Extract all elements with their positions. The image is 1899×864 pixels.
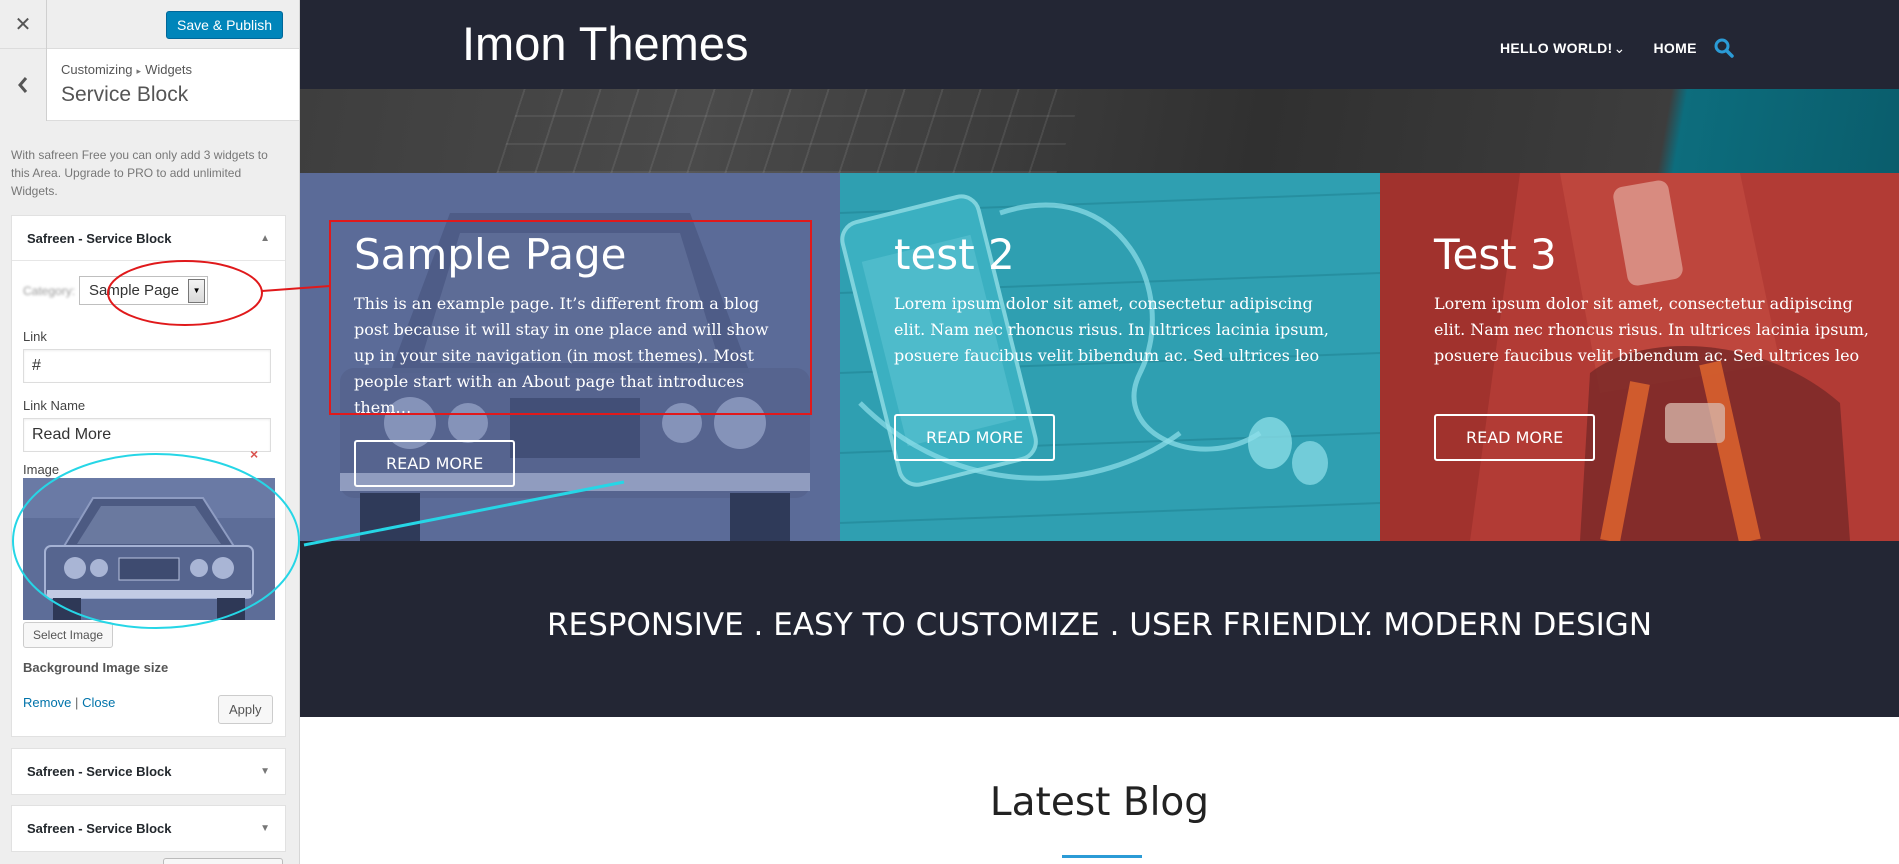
link-label: Link xyxy=(23,329,47,344)
link-name-label: Link Name xyxy=(23,398,86,413)
remove-widget-link[interactable]: Remove xyxy=(23,695,71,710)
expand-arrow-icon: ▼ xyxy=(260,823,270,834)
read-more-button[interactable]: READ MORE xyxy=(1434,414,1596,461)
breadcrumb: Customizing ▸ Widgets xyxy=(61,62,192,77)
breadcrumb-separator: ▸ xyxy=(136,66,142,76)
site-preview: Imon Themes HELLO WORLD!⌄ HOME Sample Pa… xyxy=(300,0,1899,864)
widget-service-block-3: Safreen - Service Block ▼ xyxy=(11,805,286,852)
read-more-button[interactable]: READ MORE xyxy=(894,414,1056,461)
section-title: Service Block xyxy=(61,83,189,106)
close-customizer-button[interactable]: ✕ xyxy=(0,0,47,49)
customizer-topbar: ✕ Save & Publish xyxy=(0,0,299,49)
main-menu: HELLO WORLD!⌄ HOME xyxy=(1500,37,1735,59)
select-image-button[interactable]: Select Image xyxy=(23,622,114,648)
widget-service-block-1: Safreen - Service Block ▲ Category: Samp… xyxy=(11,215,286,737)
service-panel-2: test 2 Lorem ipsum dolor sit amet, conse… xyxy=(840,173,1380,541)
widget-title: Safreen - Service Block xyxy=(27,821,172,836)
widget-header[interactable]: Safreen - Service Block ▼ xyxy=(12,806,285,851)
expand-arrow-icon: ▼ xyxy=(260,766,270,777)
menu-item-hello-world[interactable]: HELLO WORLD!⌄ xyxy=(1500,40,1626,57)
widget-actions: Remove | Close xyxy=(23,695,115,710)
heading-underline xyxy=(1062,855,1142,858)
back-button[interactable] xyxy=(0,49,47,121)
widget-title: Safreen - Service Block xyxy=(27,764,172,779)
hero-background xyxy=(300,89,1899,173)
tagline: RESPONSIVE . EASY TO CUSTOMIZE . USER FR… xyxy=(546,607,1653,643)
collapse-arrow-icon: ▲ xyxy=(260,232,270,244)
menu-item-home[interactable]: HOME xyxy=(1654,40,1697,56)
panel-description: Lorem ipsum dolor sit amet, consectetur … xyxy=(894,294,1330,365)
chevron-down-icon: ⌄ xyxy=(1613,39,1626,56)
widget-header[interactable]: Safreen - Service Block ▲ xyxy=(12,216,285,261)
category-row: Category: Sample Page ▼ xyxy=(23,276,209,305)
car-image xyxy=(23,478,275,620)
background-size-label: Background Image size xyxy=(23,660,169,675)
link-name-input[interactable]: Read More xyxy=(23,418,271,452)
category-select[interactable]: Sample Page ▼ xyxy=(79,276,209,305)
save-publish-button[interactable]: Save & Publish xyxy=(166,11,283,39)
panel-title: test 2 xyxy=(894,230,1015,279)
image-thumbnail xyxy=(23,478,275,620)
site-header: Imon Themes HELLO WORLD!⌄ HOME xyxy=(300,0,1899,89)
site-title[interactable]: Imon Themes xyxy=(462,16,748,71)
keyboard-image xyxy=(496,89,1084,173)
close-widget-link[interactable]: Close xyxy=(82,695,115,710)
service-panel-3: Test 3 Lorem ipsum dolor sit amet, conse… xyxy=(1380,173,1899,541)
customizer-sidebar: ✕ Save & Publish Customizing ▸ Widgets Ser… xyxy=(0,0,300,864)
widget-header[interactable]: Safreen - Service Block ▼ xyxy=(12,749,285,794)
close-icon: ✕ xyxy=(14,14,32,36)
panel-title: Sample Page xyxy=(354,230,627,279)
service-panel-1: Sample Page This is an example page. It’… xyxy=(300,173,840,541)
panel-description: Lorem ipsum dolor sit amet, consectetur … xyxy=(1434,294,1870,365)
breadcrumb-parent: Widgets xyxy=(145,62,193,77)
actions-separator: | xyxy=(75,695,79,710)
apply-button[interactable]: Apply xyxy=(218,695,273,724)
tagline-section: RESPONSIVE . EASY TO CUSTOMIZE . USER FR… xyxy=(300,541,1899,717)
link-input[interactable]: # xyxy=(23,349,271,383)
panel-description: This is an example page. It’s different … xyxy=(354,294,769,417)
dropdown-arrow-icon: ▼ xyxy=(188,278,206,303)
section-header: Customizing ▸ Widgets Service Block xyxy=(0,49,299,121)
menu-item-label: HELLO WORLD! xyxy=(1500,39,1613,56)
category-label: Category: xyxy=(23,283,76,298)
breadcrumb-root: Customizing xyxy=(61,62,133,77)
image-label: Image xyxy=(23,462,60,477)
panel-title: Test 3 xyxy=(1434,230,1557,279)
category-select-value: Sample Page xyxy=(89,282,180,299)
chevron-left-icon xyxy=(18,77,28,93)
widget-service-block-2: Safreen - Service Block ▼ xyxy=(11,748,286,795)
widget-limit-notice: With safreen Free you can only add 3 wid… xyxy=(11,148,268,198)
latest-blog-heading: Latest Blog xyxy=(989,780,1210,825)
read-more-button[interactable]: READ MORE xyxy=(354,440,516,487)
add-widget-button[interactable] xyxy=(163,858,283,864)
widget-title: Safreen - Service Block xyxy=(27,230,172,246)
remove-image-icon[interactable]: × xyxy=(250,446,258,462)
search-icon[interactable] xyxy=(1713,37,1735,59)
